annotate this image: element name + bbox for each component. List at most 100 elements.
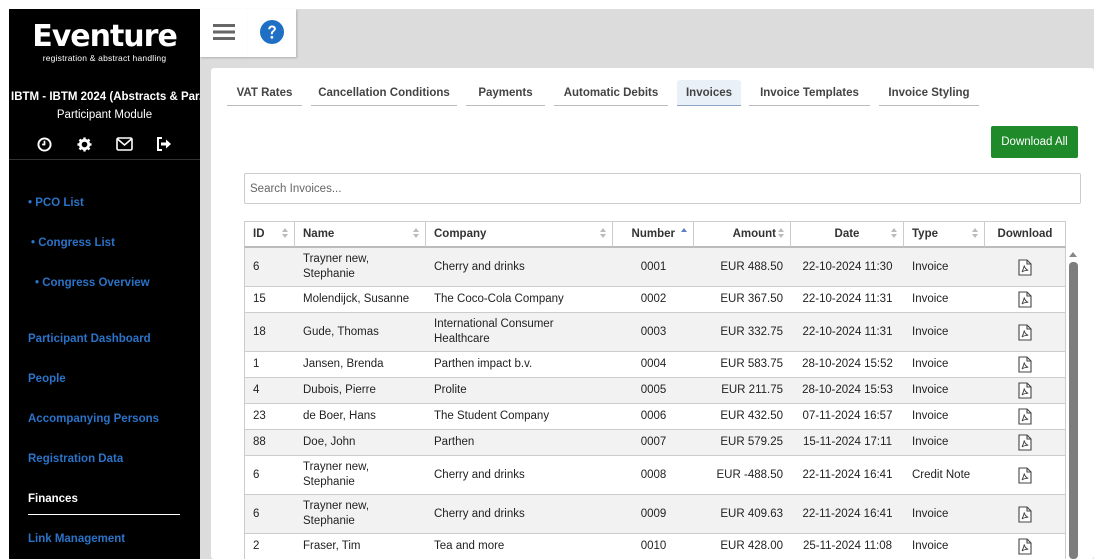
tab-invoices[interactable]: Invoices [677, 80, 741, 106]
sidebar: Eventure registration & abstract handlin… [9, 9, 200, 559]
table-row[interactable]: 4 Dubois, Pierre Prolite 0005 EUR 211.75 28-1… [244, 378, 1066, 404]
help-circle-icon [260, 19, 284, 47]
cell-amount: EUR 583.75 [720, 358, 783, 370]
column-header-id[interactable]: ID [245, 222, 295, 247]
sidebar-item-people[interactable]: People [28, 373, 66, 385]
column-header-label: Type [912, 228, 938, 240]
column-header-amount[interactable]: Amount [694, 222, 791, 247]
cell-name: Fraser, Tim [303, 540, 361, 552]
gear-icon[interactable] [75, 134, 95, 154]
logo[interactable]: Eventure registration & abstract handlin… [9, 9, 200, 79]
cell-id: 6 [253, 468, 260, 481]
cell-name: Trayner new, Stephanie [303, 253, 370, 280]
cell-amount: EUR 332.75 [720, 325, 783, 338]
sort-icon [600, 228, 606, 240]
cell-date: 15-11-2024 17:11 [802, 436, 893, 448]
cell-date: 22-11-2024 16:41 [802, 468, 893, 481]
column-header-label: Download [997, 228, 1053, 240]
pdf-file-icon [1018, 356, 1032, 373]
scrollbar-thumb[interactable] [1069, 262, 1078, 559]
column-header-type[interactable]: Type [904, 222, 985, 247]
cell-id: 4 [253, 384, 260, 396]
download-pdf-button[interactable] [985, 287, 1065, 312]
cell-id: 1 [253, 358, 260, 370]
tab-cancellation-conditions[interactable]: Cancellation Conditions [311, 80, 457, 106]
help-button[interactable] [248, 9, 296, 57]
cell-date: 22-10-2024 11:31 [802, 293, 893, 305]
sidebar-item-participant-dashboard[interactable]: Participant Dashboard [28, 333, 151, 345]
mail-icon[interactable] [114, 134, 134, 154]
tab-automatic-debits[interactable]: Automatic Debits [554, 80, 668, 106]
cell-amount: EUR 428.00 [720, 540, 783, 552]
pdf-file-icon [1018, 382, 1032, 399]
table-row[interactable]: 23 de Boer, Hans The Student Company 0006 EU… [244, 404, 1066, 430]
sidebar-item-finances[interactable]: Finances [28, 493, 78, 505]
tab-invoice-templates[interactable]: Invoice Templates [749, 80, 870, 106]
cell-name: Trayner new, Stephanie [303, 500, 370, 527]
logout-icon[interactable] [154, 134, 174, 154]
cell-number: 0001 [640, 260, 667, 273]
column-header-number[interactable]: Number [613, 222, 694, 247]
download-pdf-button[interactable] [985, 495, 1065, 533]
column-header-label: ID [253, 228, 265, 240]
tab-payments[interactable]: Payments [466, 80, 545, 106]
cell-id: 23 [253, 410, 266, 422]
cell-amount: EUR 409.63 [720, 507, 783, 520]
download-pdf-button[interactable] [985, 430, 1065, 455]
column-header-label: Number [631, 228, 675, 240]
download-pdf-button[interactable] [985, 313, 1065, 351]
tab-vat-rates[interactable]: VAT Rates [227, 80, 302, 106]
sidebar-item-congress-list[interactable]: • Congress List [31, 237, 115, 249]
table-row[interactable]: 18 Gude, Thomas International Consumer Hea… [244, 313, 1066, 352]
cell-company: Cherry and drinks [434, 260, 525, 273]
column-header-date[interactable]: Date [791, 222, 904, 247]
cell-date: 28-10-2024 15:52 [802, 358, 893, 370]
table-row[interactable]: 15 Molendijck, Susanne The Coco-Cola Compa… [244, 287, 1066, 313]
column-header-label: Name [303, 228, 335, 240]
table-row[interactable]: 6 Trayner new, Stephanie Cherry and drinks… [244, 456, 1066, 495]
cell-number: 0004 [640, 358, 667, 370]
download-pdf-button[interactable] [985, 404, 1065, 429]
download-pdf-button[interactable] [985, 534, 1065, 559]
cell-date: 22-10-2024 11:31 [802, 325, 893, 338]
table-row[interactable]: 2 Fraser, Tim Tea and more 0010 EUR 428.00 25… [244, 534, 1066, 559]
sort-icon [972, 228, 978, 240]
table-row[interactable]: 88 Doe, John Parthen 0007 EUR 579.25 15-11-20… [244, 430, 1066, 456]
cell-type: Invoice [912, 384, 949, 396]
pdf-file-icon [1018, 434, 1032, 451]
logo-subtitle: registration & abstract handling [42, 53, 167, 63]
sidebar-item-congress-overview[interactable]: • Congress Overview [35, 277, 150, 289]
cell-number: 0006 [640, 410, 667, 422]
cell-date: 25-11-2024 11:08 [802, 540, 893, 552]
column-header-company[interactable]: Company [426, 222, 613, 247]
sidebar-item-link-management[interactable]: Link Management [28, 533, 125, 545]
cell-name: Trayner new, Stephanie [303, 461, 370, 488]
column-header-label: Amount [732, 228, 776, 240]
cell-type: Invoice [912, 293, 949, 305]
tab-invoice-styling[interactable]: Invoice Styling [879, 80, 979, 106]
sort-ascending-icon [681, 228, 687, 240]
table-row[interactable]: 1 Jansen, Brenda Parthen impact b.v. 0004 EU… [244, 352, 1066, 378]
sidebar-item-accompanying-persons[interactable]: Accompanying Persons [28, 413, 159, 425]
download-pdf-button[interactable] [985, 248, 1065, 286]
download-pdf-button[interactable] [985, 456, 1065, 494]
clock-icon[interactable] [35, 134, 55, 154]
sidebar-icon-row [9, 124, 200, 160]
search-invoices-input[interactable] [244, 173, 1081, 204]
download-pdf-button[interactable] [985, 352, 1065, 377]
table-row[interactable]: 6 Trayner new, Stephanie Cherry and drinks… [244, 495, 1066, 534]
sidebar-item-pco-list[interactable]: • PCO List [28, 197, 84, 209]
cell-amount: EUR 579.25 [720, 436, 783, 448]
download-pdf-button[interactable] [985, 378, 1065, 403]
menu-toggle-button[interactable] [200, 9, 248, 57]
pdf-file-icon [1018, 466, 1032, 484]
table-header: ID Name Company Number Amount Date Type … [244, 221, 1066, 248]
scroll-up-arrow-icon[interactable] [1069, 252, 1077, 257]
cell-type: Invoice [912, 507, 949, 520]
download-all-button[interactable]: Download All [991, 126, 1078, 158]
pdf-file-icon [1018, 291, 1032, 308]
cell-name: Doe, John [303, 436, 356, 448]
table-row[interactable]: 6 Trayner new, Stephanie Cherry and drinks… [244, 248, 1066, 287]
sidebar-item-registration-data[interactable]: Registration Data [28, 453, 123, 465]
column-header-name[interactable]: Name [295, 222, 426, 247]
